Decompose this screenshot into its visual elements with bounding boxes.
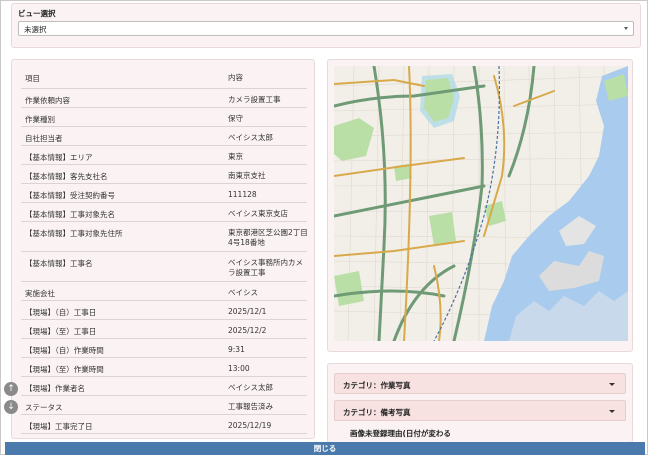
column-header-value: 内容 xyxy=(228,73,243,82)
map-view[interactable] xyxy=(334,66,628,341)
category-label: カテゴリ：備考写真 xyxy=(343,408,411,417)
row-value: 2025/12/19 xyxy=(228,421,272,430)
table-row: 実施会社 ベイシス xyxy=(21,282,307,301)
row-value: 南東京支社 xyxy=(228,171,266,180)
table-row: 【現場】工事完了日 2025/12/19 xyxy=(21,415,307,434)
table-row: 自社担当者 ベイシス太郎 xyxy=(21,127,307,146)
row-value: ベイシス事務所内カメラ設置工事 xyxy=(228,258,303,277)
row-value: 東京 xyxy=(228,152,243,161)
table-row: 【基本情報】工事名 ベイシス事務所内カメラ設置工事 xyxy=(21,252,307,282)
view-select-value: 未選択 xyxy=(24,25,47,34)
row-key: 作業依頼内容 xyxy=(25,96,70,105)
row-value: 保守 xyxy=(228,114,243,123)
row-key: 【現場】（自）作業時間 xyxy=(25,346,104,355)
table-row: 【基本情報】エリア 東京 xyxy=(21,146,307,165)
row-key: 【基本情報】受注契約番号 xyxy=(25,191,115,200)
table-row: 【現場】作業者名 ベイシス太郎 xyxy=(21,377,307,396)
map-panel xyxy=(327,59,633,352)
category-label: カテゴリ：作業写真 xyxy=(343,381,411,390)
category-remarks-photos[interactable]: カテゴリ：備考写真 xyxy=(334,400,626,421)
row-value: 111128 xyxy=(228,190,257,199)
table-row: 【現場】（至）工事日 2025/12/2 xyxy=(21,320,307,339)
table-row: 【基本情報】工事対象先名 ベイシス東京支店 xyxy=(21,203,307,222)
table-row: ステータス 工事報告済み xyxy=(21,396,307,415)
arrow-down-icon[interactable]: ↓ xyxy=(4,400,18,414)
row-value: カメラ設置工事 xyxy=(228,95,281,104)
table-row: 【基本情報】受注契約番号 111128 xyxy=(21,184,307,203)
arrow-up-icon[interactable]: ↑ xyxy=(4,382,18,396)
view-selector-panel: ビュー選択 未選択 xyxy=(11,3,641,48)
row-value: 工事報告済み xyxy=(228,402,273,411)
row-key: 【基本情報】工事名 xyxy=(25,259,93,268)
row-key: ステータス xyxy=(25,403,63,412)
close-button[interactable]: 閉じる xyxy=(5,442,645,455)
row-key: 【現場】工事完了日 xyxy=(25,422,93,431)
category-panel: カテゴリ：作業写真 カテゴリ：備考写真 画像未登録理由(日付が変わる xyxy=(327,363,633,443)
table-row: 【現場】（至）作業時間 13:00 xyxy=(21,358,307,377)
row-value: ベイシス太郎 xyxy=(228,383,273,392)
table-row: 作業種別 保守 xyxy=(21,108,307,127)
row-value: ベイシス東京支店 xyxy=(228,209,288,218)
row-value: 13:00 xyxy=(228,364,250,373)
row-value: ベイシス xyxy=(228,288,258,297)
row-key: 【現場】作業者名 xyxy=(25,384,85,393)
chevron-down-icon xyxy=(624,27,628,30)
view-selector-title: ビュー選択 xyxy=(18,9,56,18)
row-key: 【現場】（至）工事日 xyxy=(25,327,97,336)
row-key: 【現場】（至）作業時間 xyxy=(25,365,104,374)
row-key: 【基本情報】エリア xyxy=(25,153,93,162)
row-key: 【基本情報】工事対象先名 xyxy=(25,210,115,219)
app-frame: ビュー選択 未選択 項目 内容 作業依頼内容 カメラ設置工事 作業種別 保守 自… xyxy=(0,0,648,455)
row-key: 【現場】（自）工事日 xyxy=(25,308,97,317)
row-value: 2025/12/2 xyxy=(228,326,267,335)
row-value: ベイシス太郎 xyxy=(228,133,273,142)
category-note: 画像未登録理由(日付が変わる xyxy=(350,429,451,438)
row-value: 東京都港区芝公園2丁目4号18番地 xyxy=(228,228,308,247)
row-key: 【基本情報】客先支社名 xyxy=(25,172,108,181)
row-key: 自社担当者 xyxy=(25,134,63,143)
table-row: 作業依頼内容 カメラ設置工事 xyxy=(21,89,307,108)
chevron-down-icon xyxy=(609,383,615,386)
category-work-photos[interactable]: カテゴリ：作業写真 xyxy=(334,373,626,394)
row-value: 9:31 xyxy=(228,345,245,354)
table-row: 【基本情報】工事対象先住所 東京都港区芝公園2丁目4号18番地 xyxy=(21,222,308,252)
info-table: 項目 内容 作業依頼内容 カメラ設置工事 作業種別 保守 自社担当者 ベイシス太… xyxy=(21,67,308,434)
view-select-dropdown[interactable]: 未選択 xyxy=(18,21,634,36)
row-key: 【基本情報】工事対象先住所 xyxy=(25,229,123,238)
row-key: 実施会社 xyxy=(25,289,55,298)
table-row: 【現場】（自）工事日 2025/12/1 xyxy=(21,301,307,320)
table-row: 【現場】（自）作業時間 9:31 xyxy=(21,339,307,358)
chevron-down-icon xyxy=(609,410,615,413)
column-header-key: 項目 xyxy=(25,74,40,83)
table-row: 【基本情報】客先支社名 南東京支社 xyxy=(21,165,307,184)
info-panel: 項目 内容 作業依頼内容 カメラ設置工事 作業種別 保守 自社担当者 ベイシス太… xyxy=(11,59,315,439)
row-key: 作業種別 xyxy=(25,115,55,124)
table-header-row: 項目 内容 xyxy=(21,67,307,89)
row-value: 2025/12/1 xyxy=(228,307,267,316)
